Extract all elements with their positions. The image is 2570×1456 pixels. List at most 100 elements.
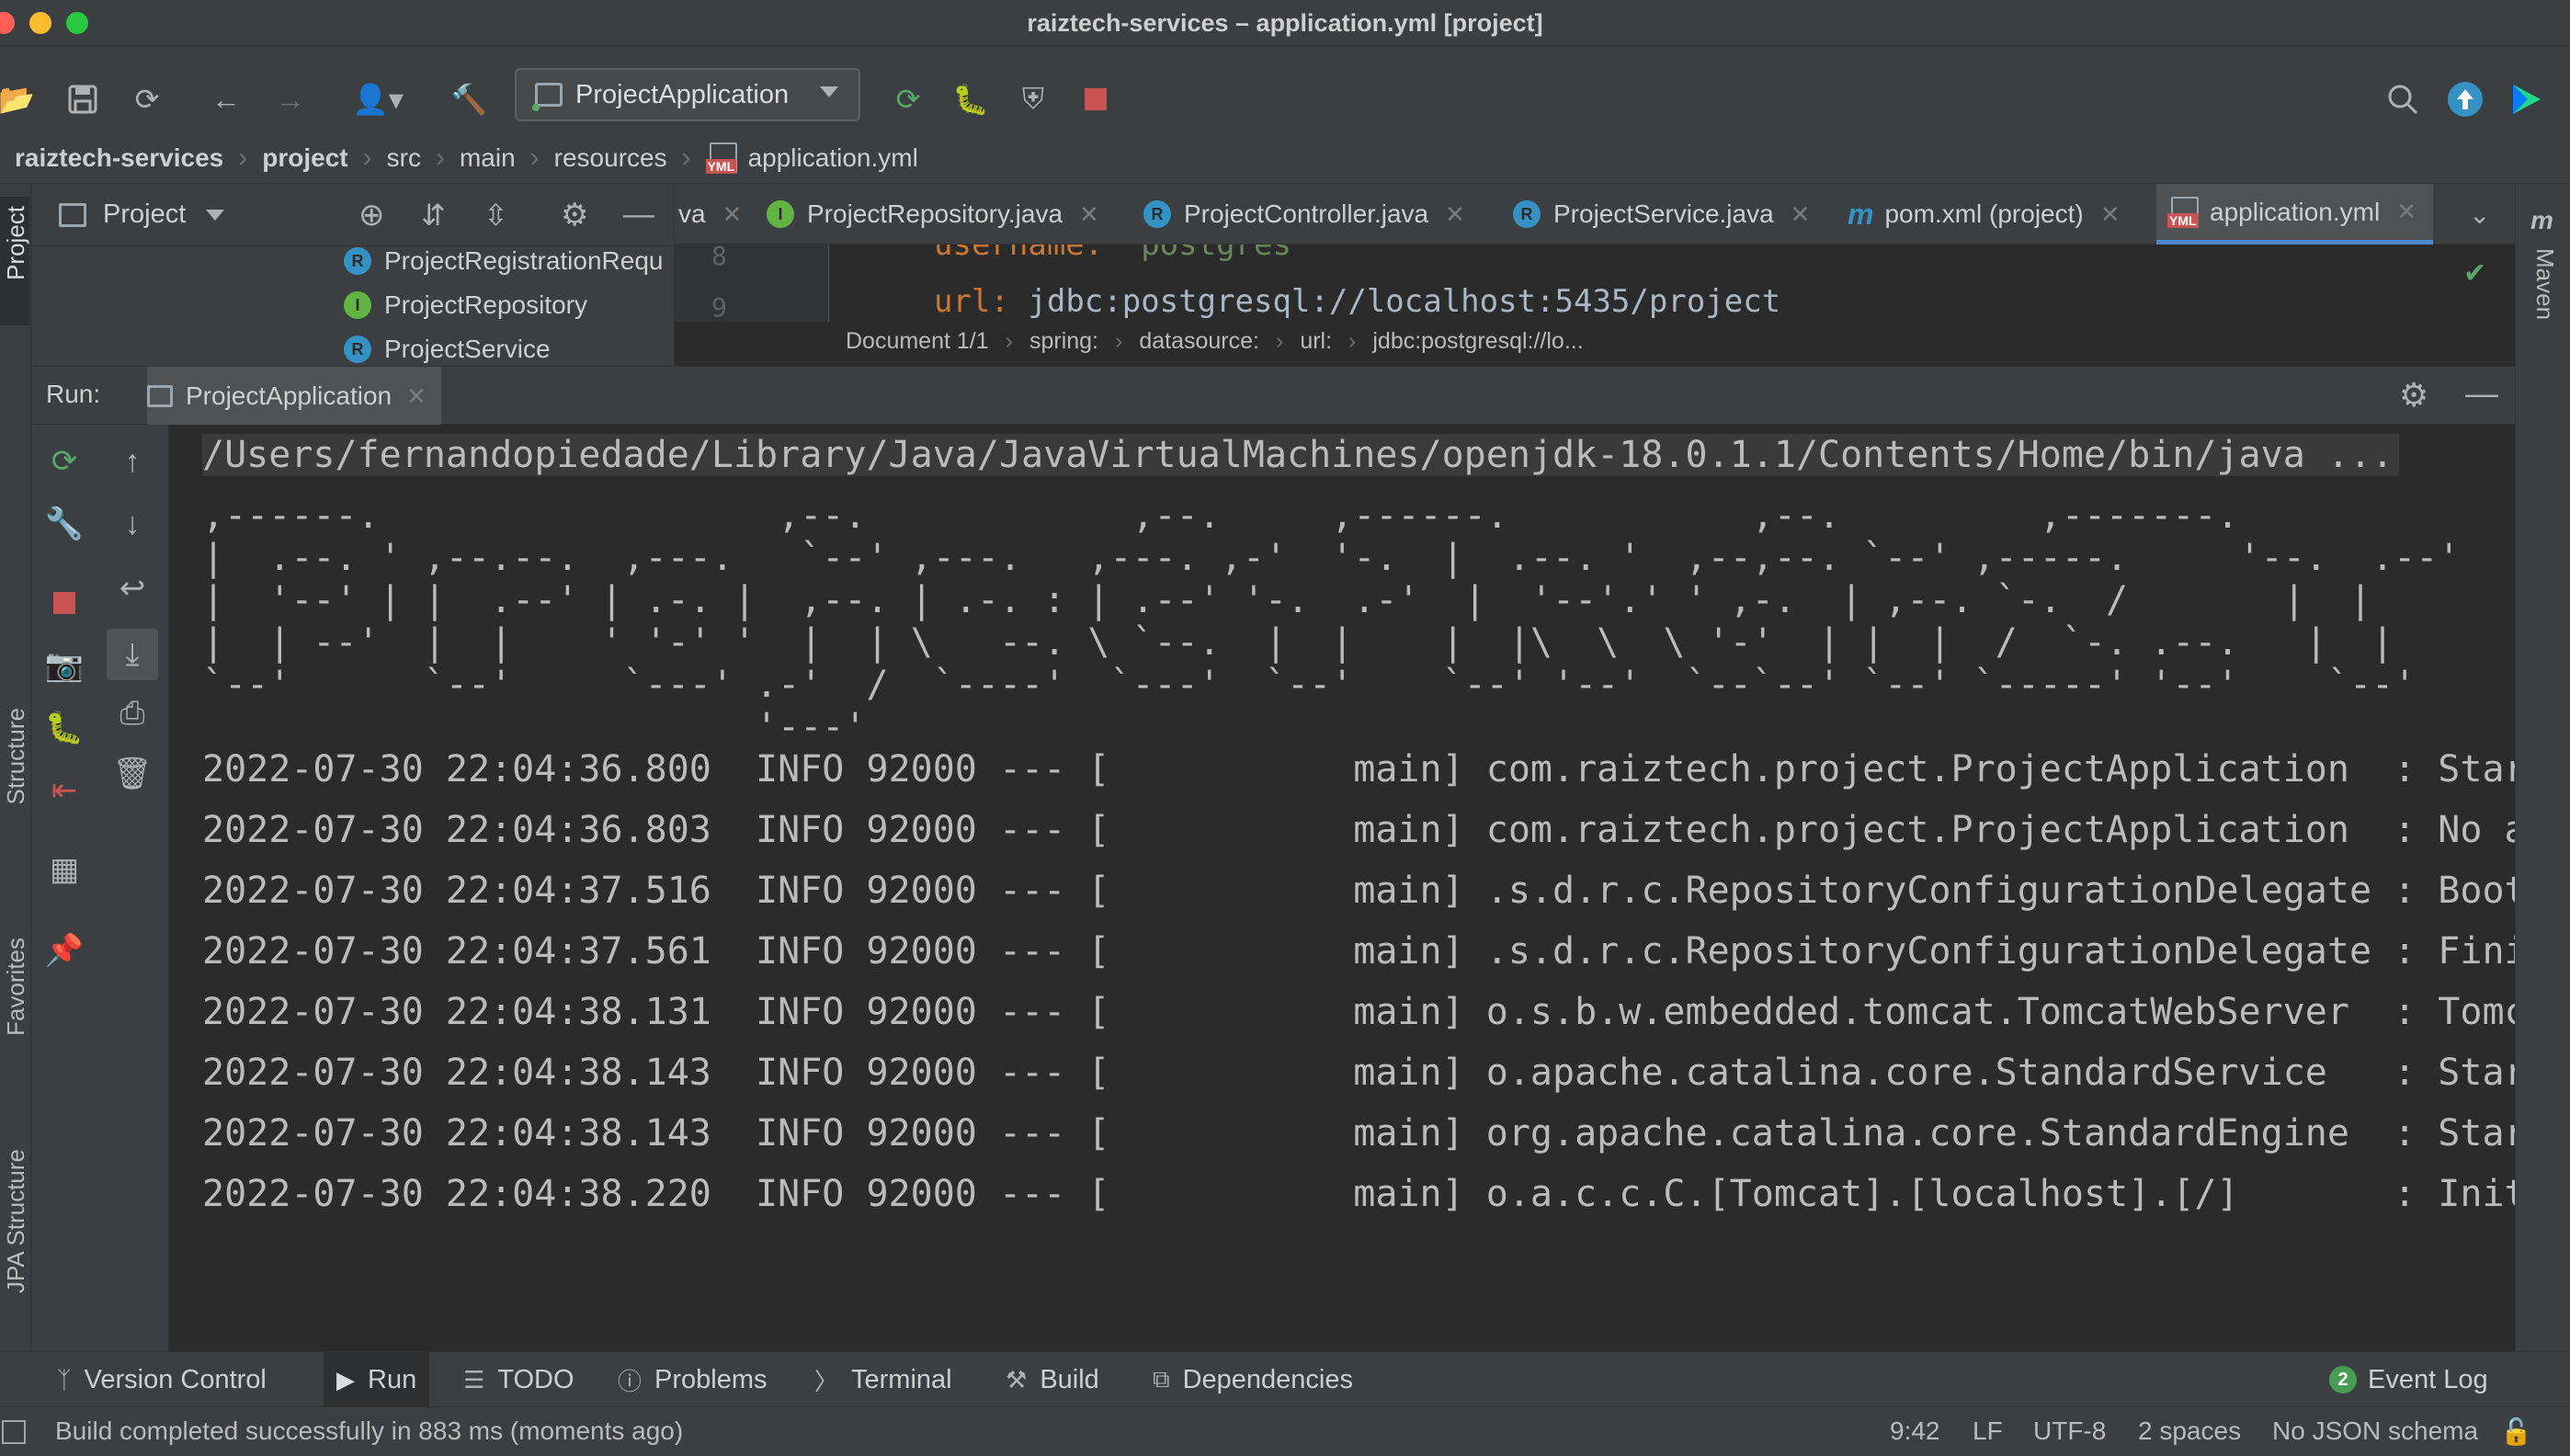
debug-bug-icon[interactable]: 🐛 xyxy=(44,708,85,748)
build-hammer-icon[interactable]: 🔨 xyxy=(449,79,489,119)
breadcrumb-item[interactable]: application.yml xyxy=(748,143,918,173)
close-icon[interactable]: ✕ xyxy=(1791,200,1811,229)
breadcrumb-item[interactable]: main xyxy=(460,143,516,173)
navigation-breadcrumb: raiztech-services › project › src › main… xyxy=(0,132,2570,184)
tab-run[interactable]: ▶ Run xyxy=(324,1352,430,1407)
chevron-down-icon[interactable]: ⌄ xyxy=(2469,184,2490,245)
file-encoding[interactable]: UTF-8 xyxy=(2033,1416,2106,1446)
tree-item[interactable]: I ProjectRepository xyxy=(344,283,587,327)
chevron-down-icon[interactable] xyxy=(206,209,225,221)
close-icon[interactable]: ✕ xyxy=(406,382,426,411)
tab-terminal[interactable]: 〉 Terminal xyxy=(814,1352,952,1407)
editor-tab-active[interactable]: YML application.yml ✕ xyxy=(2156,184,2433,245)
soft-wrap-icon[interactable]: ↩ xyxy=(112,568,153,609)
jpa-structure-stripe-button[interactable]: JPA Structure xyxy=(2,1149,30,1293)
update-icon[interactable] xyxy=(2445,79,2485,119)
locate-target-icon[interactable]: ⊕ xyxy=(358,197,385,233)
tab-todo[interactable]: ☰ TODO xyxy=(463,1352,574,1407)
editor-tab[interactable]: I ProjectRepository.java ✕ xyxy=(767,184,1099,245)
gear-icon[interactable]: ⚙ xyxy=(2399,376,2428,415)
close-icon[interactable]: ✕ xyxy=(2100,200,2121,229)
yaml-path-item[interactable]: url: xyxy=(1300,328,1332,355)
console-line: /Users/fernandopiedade/Library/Java/Java… xyxy=(202,434,2400,476)
exit-icon[interactable]: ⇤ xyxy=(44,770,85,811)
open-folder-icon[interactable]: 📂 xyxy=(0,79,37,119)
camera-icon[interactable]: 📷 xyxy=(44,645,85,686)
breadcrumb-item[interactable]: project xyxy=(262,143,347,173)
tree-item[interactable]: R ProjectRegistrationRequ xyxy=(344,239,664,283)
sync-icon[interactable]: ⟳ xyxy=(127,79,167,119)
debug-bug-icon[interactable]: 🐛 xyxy=(950,79,991,119)
minimize-panel-icon[interactable]: — xyxy=(623,197,654,233)
expand-all-icon[interactable]: ⇵ xyxy=(421,198,446,233)
project-view-selector[interactable]: Project xyxy=(103,199,186,230)
editor-tab[interactable]: R ProjectController.java ✕ xyxy=(1143,184,1465,245)
title-bar: raiztech-services – application.yml [pro… xyxy=(0,0,2570,46)
favorites-stripe-button[interactable]: Favorites xyxy=(2,938,30,1036)
hammer-icon: ⚒ xyxy=(1006,1365,1028,1393)
tab-label: TODO xyxy=(497,1364,574,1394)
status-message[interactable]: Build completed successfully in 883 ms (… xyxy=(55,1416,683,1446)
toggle-tool-windows-icon[interactable] xyxy=(2,1420,26,1444)
vcs-user-icon[interactable]: 👤▾ xyxy=(347,79,408,119)
code-with-me-icon[interactable] xyxy=(2506,79,2546,119)
caret-position[interactable]: 9:42 xyxy=(1890,1416,1940,1446)
arrow-down-icon[interactable]: ↓ xyxy=(112,504,153,544)
pin-icon[interactable]: 📌 xyxy=(44,930,85,971)
run-configuration-select[interactable]: ProjectApplication xyxy=(515,68,860,121)
breadcrumb-item[interactable]: resources xyxy=(554,143,667,173)
code-line[interactable]: url: jdbc:postgresql://localhost:5435/pr… xyxy=(934,283,1780,320)
stop-icon[interactable] xyxy=(44,583,85,623)
line-separator[interactable]: LF xyxy=(1973,1416,2003,1446)
save-icon[interactable] xyxy=(63,79,103,119)
console-output[interactable]: /Users/fernandopiedade/Library/Java/Java… xyxy=(169,425,2515,1351)
project-stripe-button[interactable]: Project xyxy=(0,197,29,325)
layout-icon[interactable]: ▦ xyxy=(44,849,85,890)
indent-setting[interactable]: 2 spaces xyxy=(2138,1416,2241,1446)
wrench-icon[interactable]: 🔧 xyxy=(44,504,85,544)
maven-stripe-button[interactable]: m Maven xyxy=(2518,193,2569,331)
tab-version-control[interactable]: ᛉ Version Control xyxy=(57,1352,267,1407)
json-schema-selector[interactable]: No JSON schema xyxy=(2272,1416,2478,1446)
tab-event-log[interactable]: 2 Event Log xyxy=(2329,1352,2488,1407)
application-icon xyxy=(532,83,563,111)
search-icon[interactable] xyxy=(2382,79,2423,119)
run-with-coverage-icon[interactable]: ⛨ xyxy=(1013,79,1053,119)
tab-build[interactable]: ⚒ Build xyxy=(1006,1352,1099,1407)
close-icon[interactable]: ✕ xyxy=(1079,200,1099,229)
run-tab[interactable]: ProjectApplication ✕ xyxy=(147,367,441,426)
structure-stripe-button[interactable]: Structure xyxy=(2,708,30,805)
rerun-icon[interactable]: ⟳ xyxy=(44,441,85,482)
yaml-path-item[interactable]: spring: xyxy=(1029,328,1098,355)
stop-icon[interactable] xyxy=(1075,79,1116,119)
collapse-all-icon[interactable]: ⇳ xyxy=(483,198,508,233)
project-panel-header: Project ⊕ ⇵ ⇳ ⚙ — xyxy=(31,184,674,246)
code-line[interactable]: username: 'postgres' xyxy=(934,245,1310,263)
forward-arrow-icon[interactable]: → xyxy=(270,79,311,119)
print-icon[interactable]: ⎙ xyxy=(112,693,153,734)
breadcrumb-item[interactable]: src xyxy=(387,143,421,173)
yaml-path-item[interactable]: datasource: xyxy=(1139,328,1259,355)
close-icon[interactable]: ✕ xyxy=(1445,200,1465,229)
editor-tab[interactable]: R ProjectService.java ✕ xyxy=(1513,184,1810,245)
arrow-up-icon[interactable]: ↑ xyxy=(112,441,153,482)
tab-dependencies[interactable]: ⧉ Dependencies xyxy=(1153,1352,1353,1407)
editor-tab[interactable]: va ✕ xyxy=(678,184,742,245)
rerun-icon[interactable]: ⟳ xyxy=(888,79,928,119)
tab-problems[interactable]: ⓘ Problems xyxy=(618,1352,768,1407)
close-icon[interactable]: ✕ xyxy=(722,200,743,229)
close-icon[interactable]: ✕ xyxy=(2396,198,2416,226)
breadcrumb-item[interactable]: raiztech-services xyxy=(15,143,223,173)
back-arrow-icon[interactable]: ← xyxy=(206,79,246,119)
code-editor[interactable]: 8 9 username: 'postgres' url: jdbc:postg… xyxy=(675,245,2515,322)
tree-item[interactable]: R ProjectService xyxy=(344,327,551,366)
line-number: 8 xyxy=(711,245,727,271)
scroll-to-end-icon[interactable]: ⤓ xyxy=(107,629,158,680)
trash-icon[interactable]: 🗑 xyxy=(112,754,153,794)
yaml-path-item[interactable]: jdbc:postgresql://lo... xyxy=(1372,328,1583,355)
document-indicator[interactable]: Document 1/1 xyxy=(846,328,989,355)
editor-tab[interactable]: m pom.xml (project) ✕ xyxy=(1848,184,2121,245)
gear-icon[interactable]: ⚙ xyxy=(561,197,588,233)
minimize-panel-icon[interactable]: — xyxy=(2465,374,2498,413)
lock-icon[interactable]: 🔓 xyxy=(2500,1416,2532,1447)
